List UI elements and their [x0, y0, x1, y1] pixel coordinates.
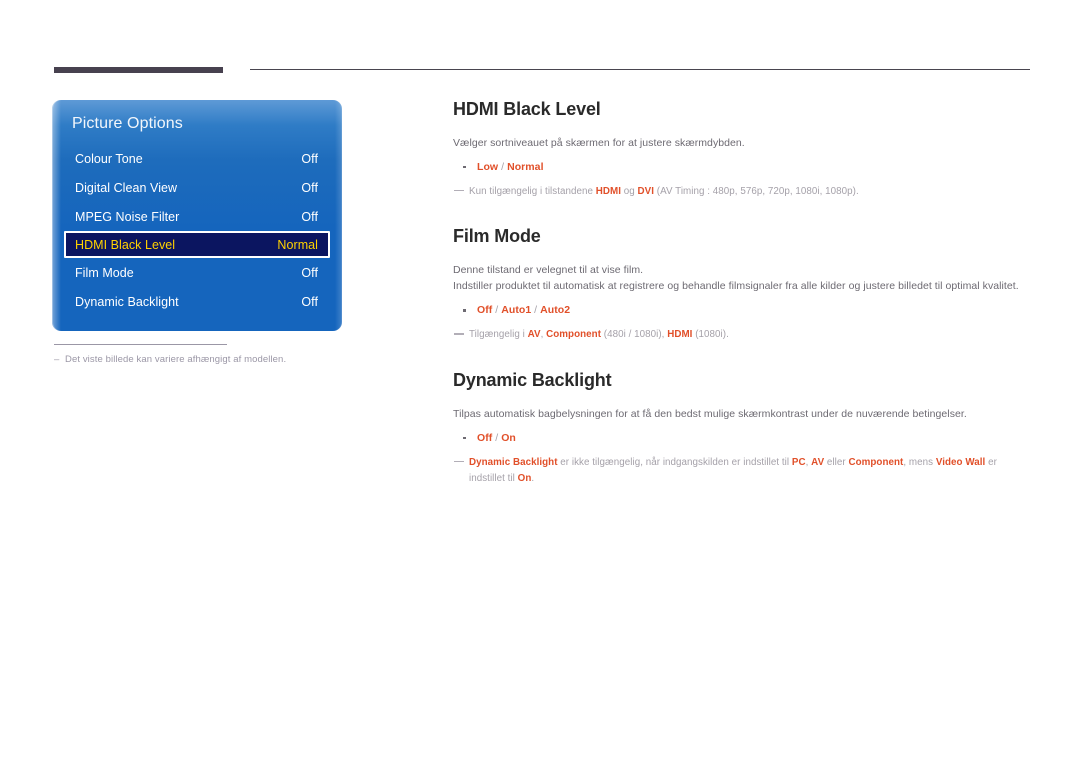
note-fragment: PC [791, 456, 806, 468]
section-note: Kun tilgængelig i tilstandene HDMI og DV… [453, 184, 1033, 200]
option-fragment: / [492, 431, 502, 444]
option-fragment: On [501, 431, 516, 444]
note-fragment: Tilgængelig i [469, 329, 528, 341]
osd-row-colour-tone[interactable]: Colour Tone Off [66, 144, 328, 173]
osd-row-mpeg-noise-filter[interactable]: MPEG Noise Filter Off [66, 202, 328, 231]
note-fragment: On [517, 472, 532, 484]
title-spacer [453, 392, 1033, 406]
osd-row-value: Off [301, 180, 318, 195]
note-fragment: (480i / 1080i), [601, 329, 668, 341]
osd-row-film-mode[interactable]: Film Mode Off [66, 258, 328, 287]
osd-row-label: Digital Clean View [75, 180, 178, 195]
option-fragment: / [498, 160, 508, 173]
osd-row-label: HDMI Black Level [75, 237, 176, 252]
documentation-content: HDMI Black Level Vælger sortniveauet på s… [453, 98, 1033, 486]
note-fragment: Dynamic Backlight [469, 456, 558, 468]
title-spacer [453, 121, 1033, 135]
osd-row-value: Off [301, 209, 318, 224]
figure-note-text: – Det viste billede kan variere afhængigt… [54, 354, 304, 365]
option-fragment: Off [477, 304, 493, 317]
osd-picture-options-menu: Picture Options Colour Tone Off Digital Cl… [52, 100, 342, 331]
osd-row-digital-clean-view[interactable]: Digital Clean View Off [66, 173, 328, 202]
note-fragment: og [621, 185, 638, 197]
note-fragment: , mens [903, 456, 936, 468]
note-dash-icon [454, 189, 464, 192]
note-fragment: Component [546, 329, 602, 341]
figure-note-dash: – [54, 354, 60, 365]
osd-row-value: Off [301, 151, 318, 166]
osd-row-label: MPEG Noise Filter [75, 209, 180, 224]
header-rule-thin [250, 69, 1030, 70]
note-fragment: er ikke tilgængelig, når indgangskilden … [557, 456, 792, 468]
figure-note: – Det viste billede kan variere afhængigt… [54, 344, 304, 365]
section-options-dynamic-backlight: Off / On [453, 430, 1033, 447]
section-note: Tilgængelig i AV, Component (480i / 1080… [453, 327, 1033, 343]
note-dash-icon [454, 460, 464, 463]
note-fragment: (AV Timing : 480p, 576p, 720p, 1080i, 10… [654, 185, 859, 197]
note-fragment: (1080i). [692, 329, 729, 341]
osd-row-label: Dynamic Backlight [75, 294, 179, 309]
note-fragment: AV [527, 329, 541, 341]
osd-row-value: Normal [277, 237, 318, 252]
osd-row-dynamic-backlight[interactable]: Dynamic Backlight Off [66, 287, 328, 316]
figure-note-body: Det viste billede kan variere afhængigt … [65, 354, 287, 365]
bullet-icon [463, 436, 466, 440]
osd-row-value: Off [301, 294, 318, 309]
note-fragment: HDMI [595, 185, 621, 197]
note-fragment: Component [848, 456, 904, 468]
section-options-film-mode: Off / Auto1 / Auto2 [453, 302, 1033, 319]
note-fragment: Video Wall [935, 456, 986, 468]
osd-row-hdmi-black-level[interactable]: HDMI Black Level Normal [64, 231, 330, 258]
section-options-hdmi-black-level: Low / Normal [453, 159, 1033, 176]
note-fragment: Kun tilgængelig i tilstandene [469, 185, 596, 197]
figure-note-rule [54, 344, 227, 345]
note-fragment: DVI [637, 185, 655, 197]
section-title-hdmi-black-level: HDMI Black Level [453, 99, 601, 119]
note-fragment: . [531, 472, 535, 484]
option-fragment: Low [477, 160, 499, 173]
option-fragment: Normal [507, 160, 544, 173]
option-fragment: Off [477, 431, 493, 444]
bullet-icon [463, 309, 466, 312]
note-fragment: AV [811, 456, 825, 468]
osd-row-value: Off [301, 265, 318, 280]
osd-menu-title: Picture Options [72, 115, 183, 132]
option-fragment: Auto1 [501, 304, 532, 317]
bullet-icon [463, 165, 466, 169]
header-rule-thick [54, 67, 223, 73]
section-title-film-mode: Film Mode [453, 226, 541, 247]
figure-column: Picture Options Colour Tone Off Digital Cl… [52, 100, 344, 331]
option-fragment: Auto2 [540, 304, 571, 317]
option-spacer [453, 319, 1033, 327]
option-spacer [453, 447, 1033, 455]
section-body-text: Vælger sortniveauet på skærmen for at ju… [453, 136, 745, 149]
osd-row-label: Colour Tone [75, 151, 143, 166]
section-body-text: Tilpas automatisk bagbelysningen for at … [453, 407, 967, 420]
option-spacer [453, 176, 1033, 184]
section-body-text: Indstiller produktet til automatisk at r… [453, 280, 1019, 293]
section-body-text: Denne tilstand er velegnet til at vise f… [453, 263, 644, 276]
osd-menu-row-list: Colour Tone Off Digital Clean View Off MPEG … [52, 144, 342, 316]
note-dash-icon [454, 333, 464, 335]
osd-row-label: Film Mode [75, 265, 134, 280]
option-fragment: / [531, 304, 541, 317]
option-fragment: / [492, 304, 502, 317]
section-note: Dynamic Backlight er ikke tilgængelig, n… [453, 455, 1033, 487]
note-fragment: HDMI [667, 329, 693, 341]
section-title-dynamic-backlight: Dynamic Backlight [453, 370, 612, 391]
note-fragment: eller [824, 456, 849, 468]
title-spacer [453, 248, 1033, 262]
